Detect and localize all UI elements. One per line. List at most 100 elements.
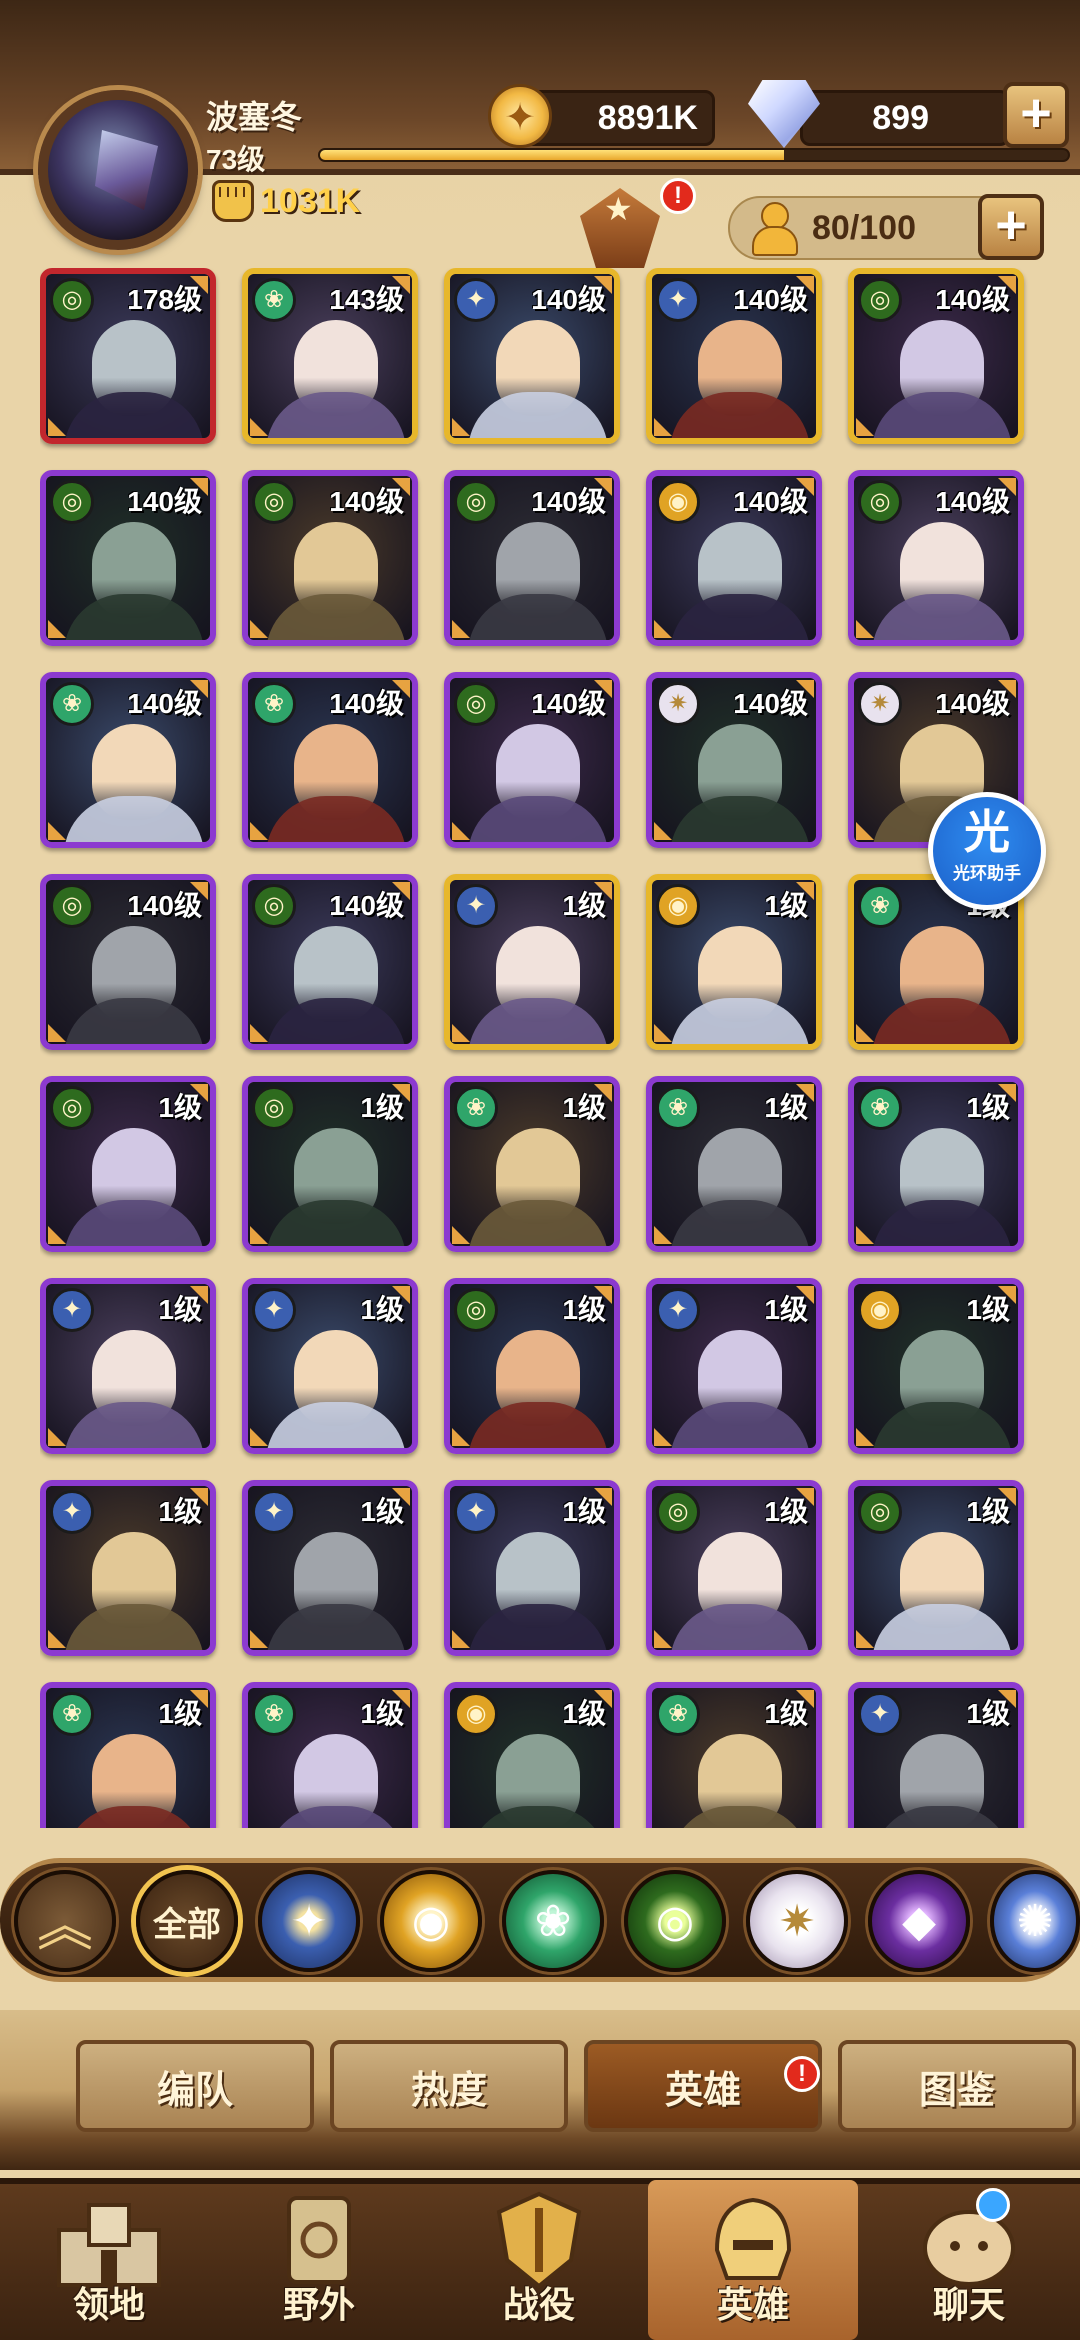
hero-portrait-body bbox=[670, 1200, 810, 1246]
nav-campaign[interactable]: 战役 bbox=[434, 2180, 644, 2340]
hero-card[interactable]: ❀ 1级 bbox=[646, 1076, 822, 1252]
hero-level: 1级 bbox=[158, 1496, 202, 1527]
expand-capacity-button[interactable]: + bbox=[978, 194, 1044, 260]
nav-chat[interactable]: 聊天 bbox=[864, 2180, 1074, 2340]
hero-card[interactable]: ✦ 1级 bbox=[848, 1682, 1024, 1828]
nav-chat-label: 聊天 bbox=[932, 2284, 1005, 2325]
hero-card[interactable]: ◎ 1级 bbox=[848, 1480, 1024, 1656]
graveborn-faction-icon: ◉ bbox=[656, 884, 700, 928]
hero-level: 140级 bbox=[127, 688, 202, 719]
hero-portrait-body bbox=[266, 1806, 406, 1828]
tab-formation[interactable]: 编队 bbox=[76, 2040, 314, 2132]
hero-portrait-body bbox=[670, 594, 810, 640]
hero-card[interactable]: ◎ 140级 bbox=[444, 672, 620, 848]
hero-card[interactable]: ✦ 1级 bbox=[444, 874, 620, 1050]
mauler-faction-icon: ◎ bbox=[858, 1490, 902, 1534]
lightbearer-faction-icon: ✦ bbox=[656, 1288, 700, 1332]
wilder-filter-icon[interactable]: ❀ bbox=[502, 1870, 604, 1972]
lightbearer-faction-icon: ✦ bbox=[858, 1692, 902, 1736]
hero-card[interactable]: ◎ 1级 bbox=[40, 1076, 216, 1252]
filter-all-button[interactable]: 全部 bbox=[136, 1870, 238, 1972]
hero-level: 1级 bbox=[764, 890, 808, 921]
hero-card[interactable]: ❀ 140级 bbox=[242, 672, 418, 848]
hero-card[interactable]: ✦ 1级 bbox=[444, 1480, 620, 1656]
mauler-faction-icon: ◎ bbox=[50, 278, 94, 322]
nav-wilds-label: 野外 bbox=[282, 2284, 355, 2325]
hero-card[interactable]: ❀ 1级 bbox=[242, 1682, 418, 1828]
nav-heroes-label: 英雄 bbox=[716, 2284, 789, 2325]
hero-level: 140级 bbox=[733, 688, 808, 719]
hero-card[interactable]: ◉ 140级 bbox=[646, 470, 822, 646]
graveborn-filter-icon[interactable]: ◉ bbox=[380, 1870, 482, 1972]
mauler-faction-icon: ◎ bbox=[656, 1490, 700, 1534]
hero-card[interactable]: ✷ 140级 bbox=[646, 672, 822, 848]
hero-card[interactable]: ◎ 140级 bbox=[848, 268, 1024, 444]
hero-portrait-body bbox=[468, 594, 608, 640]
player-level: 73级 bbox=[206, 144, 266, 175]
player-avatar[interactable] bbox=[38, 90, 198, 250]
hero-card[interactable]: ❀ 1级 bbox=[444, 1076, 620, 1252]
gem-counter: 899 bbox=[800, 90, 1010, 146]
lightbearer-filter-icon[interactable]: ✦ bbox=[258, 1870, 360, 1972]
hero-portrait-body bbox=[266, 1402, 406, 1448]
tab-compendium[interactable]: 图鉴 bbox=[838, 2040, 1076, 2132]
collapse-arrows-icon[interactable]: ︽ bbox=[14, 1870, 116, 1972]
hero-card[interactable]: ✦ 140级 bbox=[444, 268, 620, 444]
hero-portrait-body bbox=[872, 1806, 1012, 1828]
scroll-map-icon bbox=[287, 2196, 351, 2284]
hero-portrait-body bbox=[64, 1200, 204, 1246]
player-name: 波塞冬 bbox=[206, 99, 303, 135]
hero-level: 140级 bbox=[329, 688, 404, 719]
hero-card[interactable]: ❀ 140级 bbox=[40, 672, 216, 848]
graveborn-faction-icon: ◉ bbox=[858, 1288, 902, 1332]
hero-card[interactable]: ❀ 143级 bbox=[242, 268, 418, 444]
hero-card[interactable]: ❀ 1级 bbox=[848, 1076, 1024, 1252]
hero-card[interactable]: ◎ 1级 bbox=[646, 1480, 822, 1656]
gold-amount: 8891K bbox=[597, 98, 698, 137]
hero-card[interactable]: ✦ 1级 bbox=[242, 1278, 418, 1454]
mauler-faction-icon: ◎ bbox=[858, 278, 902, 322]
hero-portrait-body bbox=[468, 998, 608, 1044]
hero-card[interactable]: ✦ 1级 bbox=[242, 1480, 418, 1656]
hero-card[interactable]: ◎ 140级 bbox=[444, 470, 620, 646]
lightbearer-faction-icon: ✦ bbox=[252, 1288, 296, 1332]
hero-level: 1级 bbox=[966, 1092, 1010, 1123]
hero-level: 140级 bbox=[531, 284, 606, 315]
hero-card[interactable]: ✦ 1级 bbox=[40, 1278, 216, 1454]
hero-portrait-body bbox=[872, 594, 1012, 640]
hero-level: 140级 bbox=[935, 688, 1010, 719]
add-gems-button[interactable]: + bbox=[1003, 82, 1069, 148]
hero-card[interactable]: ◎ 178级 bbox=[40, 268, 216, 444]
assistant-bubble-label: 光环助手 bbox=[953, 864, 1021, 883]
tab-heroes[interactable]: 英雄 bbox=[584, 2040, 822, 2132]
hero-level: 1级 bbox=[562, 1092, 606, 1123]
nav-territory[interactable]: 领地 bbox=[4, 2180, 214, 2340]
hero-card[interactable]: ◎ 1级 bbox=[242, 1076, 418, 1252]
lightbearer-faction-icon: ✦ bbox=[656, 278, 700, 322]
tab-popularity[interactable]: 热度 bbox=[330, 2040, 568, 2132]
xp-bar-fill bbox=[320, 150, 784, 160]
assistant-bubble[interactable]: 光 光环助手 bbox=[928, 792, 1046, 910]
hero-card[interactable]: ❀ 1级 bbox=[646, 1682, 822, 1828]
nav-heroes[interactable]: 英雄 bbox=[648, 2180, 858, 2340]
hero-card[interactable]: ◎ 140级 bbox=[848, 470, 1024, 646]
hero-card[interactable]: ◎ 140级 bbox=[242, 470, 418, 646]
celestial-filter-icon[interactable]: ✷ bbox=[746, 1870, 848, 1972]
event-star-icon: ★ bbox=[604, 191, 633, 227]
hero-card[interactable]: ◎ 1级 bbox=[444, 1278, 620, 1454]
hero-card[interactable]: ❀ 1级 bbox=[40, 1682, 216, 1828]
hero-card[interactable]: ✦ 1级 bbox=[40, 1480, 216, 1656]
hero-card[interactable]: ◎ 140级 bbox=[40, 874, 216, 1050]
mauler-filter-icon[interactable]: ◎ bbox=[624, 1870, 726, 1972]
hero-card[interactable]: ✦ 140级 bbox=[646, 268, 822, 444]
hero-card[interactable]: ◉ 1级 bbox=[444, 1682, 620, 1828]
hero-card[interactable]: ✦ 1级 bbox=[646, 1278, 822, 1454]
hero-card[interactable]: ◎ 140级 bbox=[40, 470, 216, 646]
nav-wilds[interactable]: 野外 bbox=[214, 2180, 424, 2340]
dimensional-filter-icon[interactable]: ✺ bbox=[990, 1870, 1080, 1972]
lightbearer-faction-icon: ✦ bbox=[50, 1490, 94, 1534]
hero-card[interactable]: ◎ 140级 bbox=[242, 874, 418, 1050]
hypogean-filter-icon[interactable]: ◆ bbox=[868, 1870, 970, 1972]
hero-card[interactable]: ◉ 1级 bbox=[848, 1278, 1024, 1454]
hero-card[interactable]: ◉ 1级 bbox=[646, 874, 822, 1050]
